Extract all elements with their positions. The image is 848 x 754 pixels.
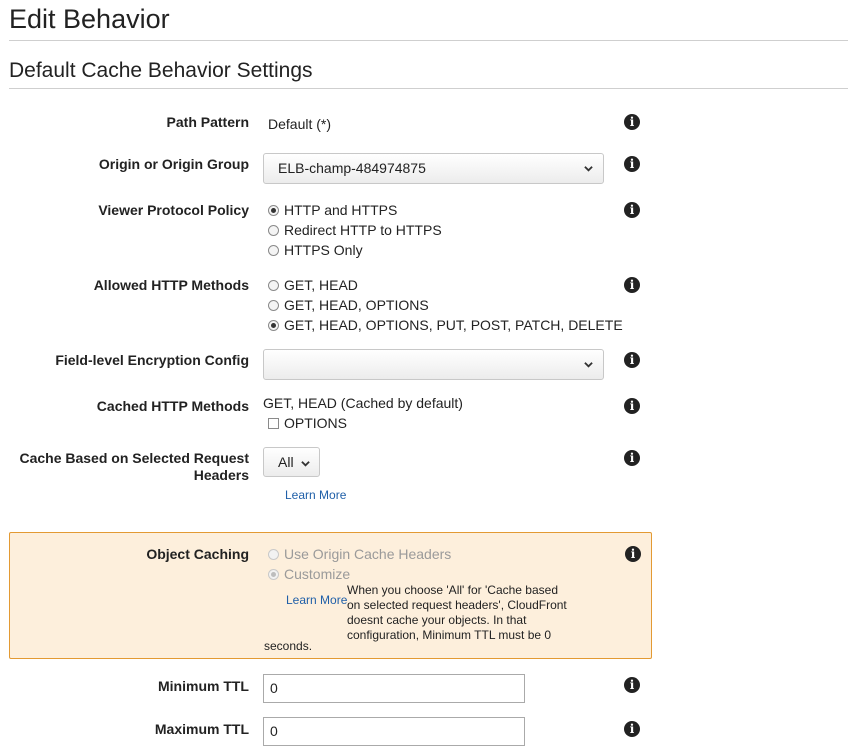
object-caching-note: When you choose 'All' for 'Cache based o… bbox=[347, 583, 567, 642]
info-icon[interactable]: i bbox=[624, 677, 640, 693]
object-caching-option-origin-headers[interactable]: Use Origin Cache Headers bbox=[268, 546, 451, 563]
chevron-down-icon bbox=[301, 461, 310, 467]
radio[interactable] bbox=[268, 225, 279, 236]
viewer-protocol-option-redirect[interactable]: Redirect HTTP to HTTPS bbox=[268, 222, 442, 239]
page-title: Edit Behavior bbox=[9, 4, 170, 34]
origin-label: Origin or Origin Group bbox=[98, 156, 249, 172]
origin-select[interactable]: ELB-champ-484974875 bbox=[263, 153, 604, 184]
info-icon[interactable]: i bbox=[624, 277, 640, 293]
radio-disabled[interactable] bbox=[268, 549, 279, 560]
viewer-protocol-label: Viewer Protocol Policy bbox=[98, 202, 249, 218]
title-divider bbox=[9, 40, 848, 41]
radio-selected[interactable] bbox=[268, 205, 279, 216]
info-icon[interactable]: i bbox=[624, 156, 640, 172]
field-encryption-label: Field-level Encryption Config bbox=[55, 352, 249, 368]
chevron-down-icon bbox=[584, 166, 593, 172]
origin-selected-value: ELB-champ-484974875 bbox=[278, 160, 426, 176]
radio[interactable] bbox=[268, 280, 279, 291]
allowed-methods-option-all[interactable]: GET, HEAD, OPTIONS, PUT, POST, PATCH, DE… bbox=[268, 317, 623, 334]
chevron-down-icon bbox=[584, 362, 593, 368]
min-ttl-label: Minimum TTL bbox=[158, 678, 249, 694]
cached-methods-value: GET, HEAD (Cached by default) bbox=[263, 395, 463, 411]
cache-headers-select[interactable]: All bbox=[263, 447, 320, 477]
section-title: Default Cache Behavior Settings bbox=[9, 59, 313, 82]
path-pattern-label: Path Pattern bbox=[166, 114, 249, 130]
object-caching-option-customize[interactable]: Customize bbox=[268, 566, 350, 583]
field-encryption-select[interactable] bbox=[263, 349, 604, 380]
object-caching-note-tail: seconds. bbox=[264, 639, 313, 653]
max-ttl-label: Maximum TTL bbox=[154, 721, 249, 737]
allowed-methods-option-get-head[interactable]: GET, HEAD bbox=[268, 277, 358, 294]
viewer-protocol-option-https-only[interactable]: HTTPS Only bbox=[268, 242, 363, 259]
info-icon[interactable]: i bbox=[624, 450, 640, 466]
info-icon[interactable]: i bbox=[624, 202, 640, 218]
path-pattern-value: Default (*) bbox=[268, 116, 332, 132]
cached-methods-label: Cached HTTP Methods bbox=[96, 398, 249, 414]
info-icon[interactable]: i bbox=[624, 114, 640, 130]
allowed-methods-option-get-head-options[interactable]: GET, HEAD, OPTIONS bbox=[268, 297, 429, 314]
section-divider bbox=[9, 88, 848, 89]
min-ttl-input[interactable]: 0 bbox=[263, 674, 525, 703]
cache-headers-label: Cache Based on Selected Request Headers bbox=[19, 450, 249, 483]
viewer-protocol-option-http-https[interactable]: HTTP and HTTPS bbox=[268, 202, 397, 219]
max-ttl-input[interactable]: 0 bbox=[263, 717, 525, 746]
info-icon[interactable]: i bbox=[624, 398, 640, 414]
object-caching-learn-more-link[interactable]: Learn More bbox=[286, 593, 347, 607]
info-icon[interactable]: i bbox=[624, 352, 640, 368]
cache-headers-learn-more-link[interactable]: Learn More bbox=[285, 488, 346, 502]
radio[interactable] bbox=[268, 300, 279, 311]
checkbox[interactable] bbox=[268, 418, 279, 429]
allowed-methods-label: Allowed HTTP Methods bbox=[93, 277, 249, 293]
radio-selected[interactable] bbox=[268, 320, 279, 331]
info-icon[interactable]: i bbox=[625, 546, 641, 562]
info-icon[interactable]: i bbox=[624, 721, 640, 737]
cached-methods-options-checkbox[interactable]: OPTIONS bbox=[268, 415, 347, 432]
radio[interactable] bbox=[268, 245, 279, 256]
object-caching-label: Object Caching bbox=[146, 546, 249, 562]
radio-disabled-selected[interactable] bbox=[268, 569, 279, 580]
